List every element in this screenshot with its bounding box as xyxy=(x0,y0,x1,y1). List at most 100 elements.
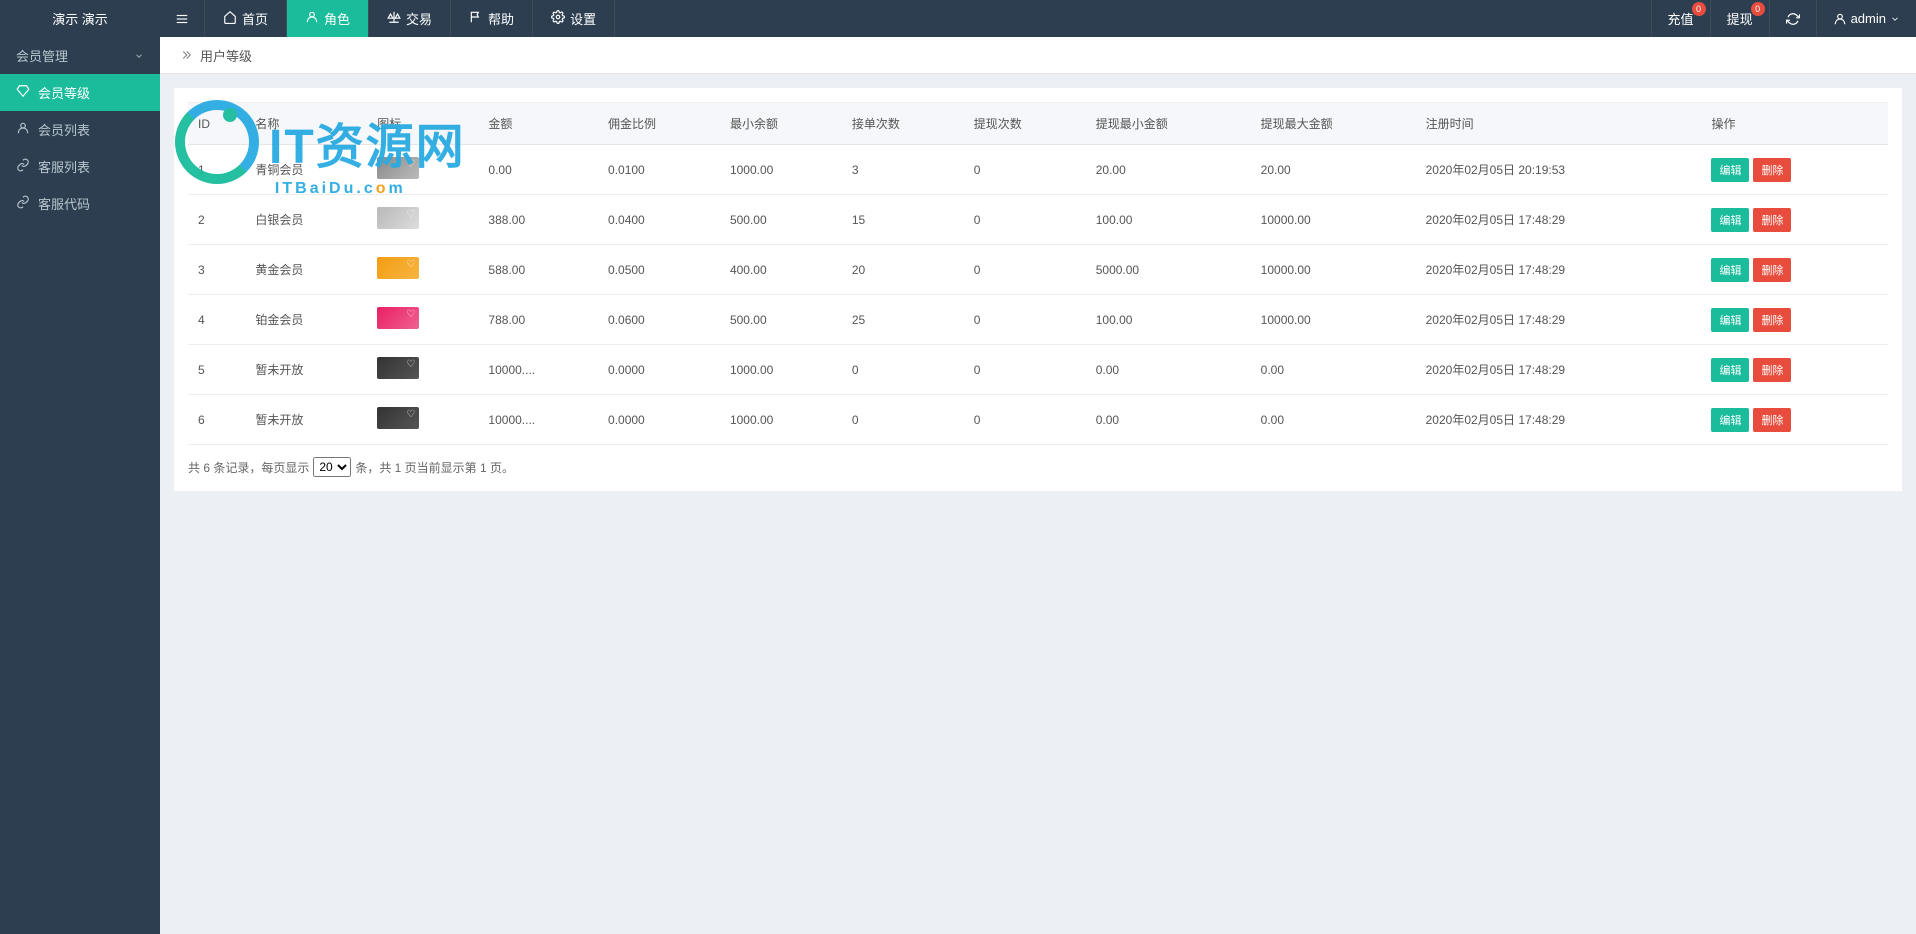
cell: 2020年02月05日 17:48:29 xyxy=(1416,395,1702,445)
cell: 0 xyxy=(964,195,1086,245)
cell xyxy=(367,395,478,445)
breadcrumb: 用户等级 xyxy=(160,37,1916,74)
cell: 3 xyxy=(842,145,964,195)
refresh-button[interactable] xyxy=(1769,0,1816,37)
cell xyxy=(367,245,478,295)
delete-button[interactable]: 删除 xyxy=(1753,208,1791,232)
table-row: 4铂金会员788.000.0600500.00250100.0010000.00… xyxy=(188,295,1888,345)
cell: 5000.00 xyxy=(1086,245,1251,295)
nav-flag[interactable]: 帮助 xyxy=(451,0,533,37)
cell: 2020年02月05日 17:48:29 xyxy=(1416,345,1702,395)
cell: 0.00 xyxy=(1086,345,1251,395)
edit-button[interactable]: 编辑 xyxy=(1711,208,1749,232)
delete-button[interactable]: 删除 xyxy=(1753,358,1791,382)
cell: 白银会员 xyxy=(245,195,367,245)
sidebar-item-2[interactable]: 客服列表 xyxy=(0,148,160,185)
nav-label: 设置 xyxy=(570,9,596,28)
level-thumb xyxy=(377,207,419,229)
cell: 暂未开放 xyxy=(245,345,367,395)
sidebar-item-1[interactable]: 会员列表 xyxy=(0,111,160,148)
table-row: 3黄金会员588.000.0500400.002005000.0010000.0… xyxy=(188,245,1888,295)
cell: 5 xyxy=(188,345,245,395)
edit-button[interactable]: 编辑 xyxy=(1711,308,1749,332)
menu-icon xyxy=(175,12,189,26)
sidebar-toggle[interactable] xyxy=(160,0,205,37)
nav-gear[interactable]: 设置 xyxy=(533,0,615,37)
col-header: 名称 xyxy=(245,103,367,145)
cell: 黄金会员 xyxy=(245,245,367,295)
cell: 0.0500 xyxy=(598,245,720,295)
cell: 0.0000 xyxy=(598,395,720,445)
cell: 0 xyxy=(842,395,964,445)
recharge-label: 充值 xyxy=(1668,9,1694,28)
nav-label: 交易 xyxy=(406,9,432,28)
nav-label: 角色 xyxy=(324,9,350,28)
delete-button[interactable]: 删除 xyxy=(1753,158,1791,182)
edit-button[interactable]: 编辑 xyxy=(1711,158,1749,182)
cell: 100.00 xyxy=(1086,295,1251,345)
flag-icon xyxy=(469,10,483,27)
cell: 15 xyxy=(842,195,964,245)
sidebar: 会员管理 会员等级会员列表客服列表客服代码 xyxy=(0,37,160,934)
delete-button[interactable]: 删除 xyxy=(1753,258,1791,282)
cell: 青铜会员 xyxy=(245,145,367,195)
sidebar-item-0[interactable]: 会员等级 xyxy=(0,74,160,111)
cell: 0.0100 xyxy=(598,145,720,195)
cell xyxy=(367,295,478,345)
sidebar-item-label: 客服代码 xyxy=(38,194,90,213)
delete-button[interactable]: 删除 xyxy=(1753,308,1791,332)
col-header: 最小余额 xyxy=(720,103,842,145)
cell: 388.00 xyxy=(478,195,598,245)
cell: 0.0600 xyxy=(598,295,720,345)
sidebar-group-member[interactable]: 会员管理 xyxy=(0,37,160,74)
cell: 400.00 xyxy=(720,245,842,295)
edit-button[interactable]: 编辑 xyxy=(1711,258,1749,282)
delete-button[interactable]: 删除 xyxy=(1753,408,1791,432)
level-thumb xyxy=(377,157,419,179)
cell: 0 xyxy=(964,345,1086,395)
cell: 0.00 xyxy=(478,145,598,195)
cell: 500.00 xyxy=(720,295,842,345)
user-menu[interactable]: admin xyxy=(1816,0,1916,37)
cell: 编辑删除 xyxy=(1701,245,1888,295)
withdraw-button[interactable]: 提现 0 xyxy=(1710,0,1769,37)
cell: 0.0000 xyxy=(598,345,720,395)
sidebar-item-label: 客服列表 xyxy=(38,157,90,176)
username: admin xyxy=(1851,11,1886,26)
cell: 编辑删除 xyxy=(1701,145,1888,195)
cell: 20.00 xyxy=(1251,145,1416,195)
nav-home[interactable]: 首页 xyxy=(205,0,287,37)
page-title: 用户等级 xyxy=(200,46,252,65)
cell: 2020年02月05日 20:19:53 xyxy=(1416,145,1702,195)
cell: 6 xyxy=(188,395,245,445)
level-thumb xyxy=(377,307,419,329)
nav-user[interactable]: 角色 xyxy=(287,0,369,37)
cell xyxy=(367,195,478,245)
page-size-select[interactable]: 20 xyxy=(313,457,351,477)
link-icon xyxy=(16,195,30,212)
table-row: 1青铜会员0.000.01001000.003020.0020.002020年0… xyxy=(188,145,1888,195)
cell: 0 xyxy=(964,145,1086,195)
cell: 1000.00 xyxy=(720,395,842,445)
sidebar-item-label: 会员列表 xyxy=(38,120,90,139)
cell: 3 xyxy=(188,245,245,295)
home-icon xyxy=(223,10,237,27)
col-header: 操作 xyxy=(1701,103,1888,145)
nav-scale[interactable]: 交易 xyxy=(369,0,451,37)
cell: 铂金会员 xyxy=(245,295,367,345)
cell: 编辑删除 xyxy=(1701,345,1888,395)
sidebar-item-3[interactable]: 客服代码 xyxy=(0,185,160,222)
recharge-button[interactable]: 充值 0 xyxy=(1651,0,1710,37)
content-card: ID名称图标金额佣金比例最小余额接单次数提现次数提现最小金额提现最大金额注册时间… xyxy=(174,88,1902,491)
col-header: 注册时间 xyxy=(1416,103,1702,145)
table-row: 6暂未开放10000....0.00001000.00000.000.00202… xyxy=(188,395,1888,445)
diamond-icon xyxy=(16,84,30,101)
cell: 0 xyxy=(842,345,964,395)
link-icon xyxy=(16,158,30,175)
col-header: 图标 xyxy=(367,103,478,145)
edit-button[interactable]: 编辑 xyxy=(1711,408,1749,432)
cell: 588.00 xyxy=(478,245,598,295)
cell: 0 xyxy=(964,245,1086,295)
cell: 2 xyxy=(188,195,245,245)
edit-button[interactable]: 编辑 xyxy=(1711,358,1749,382)
